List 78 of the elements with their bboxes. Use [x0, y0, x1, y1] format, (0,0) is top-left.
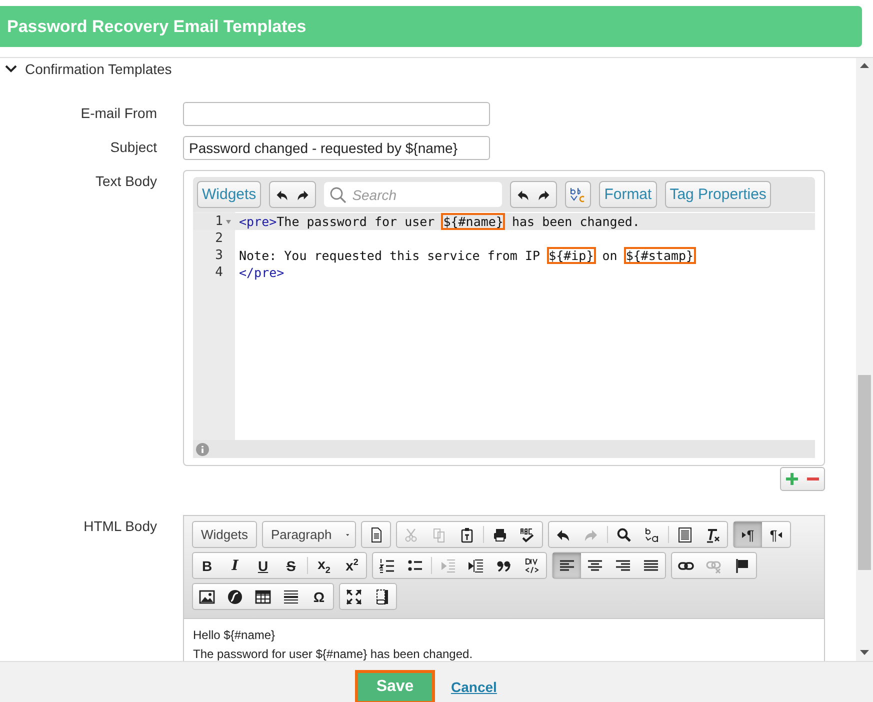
caret-icon	[346, 532, 349, 536]
maximize-icon	[346, 588, 362, 604]
toolbar-button[interactable]: x$^{2}$	[338, 553, 366, 578]
horizontal-rule-icon	[283, 588, 299, 604]
spellcheck-icon	[520, 526, 536, 542]
replace-icon	[644, 526, 660, 542]
triangle-right-icon	[742, 532, 746, 538]
field-label: E-mail From	[80, 104, 157, 121]
cancel-link[interactable]: Cancel	[451, 678, 497, 694]
toolbar-button[interactable]: x$_{2}$	[310, 553, 338, 578]
paragraph: Hello ${#name}	[193, 628, 276, 642]
paragraph: The password for user ${#name} has been changed.	[193, 647, 474, 661]
line-number: 1	[215, 214, 223, 229]
scroll-up-icon[interactable]	[860, 63, 869, 68]
fold-caret-icon[interactable]	[225, 218, 232, 224]
toolbar-button[interactable]: U	[249, 553, 277, 578]
printer-icon	[492, 526, 508, 542]
line-number: 4	[215, 265, 223, 280]
code-line: </pre>	[239, 265, 284, 280]
undo-redo-buttons[interactable]	[510, 181, 558, 208]
flag-icon	[734, 558, 750, 574]
outdent-icon	[440, 558, 456, 574]
numbered-list-icon	[379, 558, 395, 574]
clipboard-icon	[458, 526, 475, 542]
html-content-area[interactable]: Hello ${#name} The password for user ${#name} has been changed.	[184, 619, 824, 661]
search-icon	[616, 526, 632, 542]
indent-icon	[468, 558, 484, 574]
scroll-thumb[interactable]	[858, 375, 871, 570]
show-blocks-icon	[374, 588, 390, 604]
field-label: Subject	[109, 138, 157, 155]
format-dropdown[interactable]: Paragraph	[262, 522, 355, 547]
field-label: Text Body	[94, 172, 157, 189]
scissors-icon	[402, 526, 419, 542]
align-center-icon	[587, 558, 603, 574]
page-title: Password Recovery Email Templates	[7, 16, 306, 36]
toolbar-button[interactable]: ¶	[762, 522, 790, 547]
info-icon[interactable]	[196, 442, 209, 456]
toolbar-button[interactable]: Widgets	[197, 181, 262, 208]
align-left-icon	[559, 558, 575, 574]
code-line: <pre>The password for user ${#name} has been changed.	[239, 214, 640, 229]
toolbar-button[interactable]: Ω	[305, 584, 333, 609]
copy-icon	[430, 526, 447, 542]
scrollbar[interactable]	[856, 58, 873, 661]
section-title: Confirmation Templates	[25, 61, 172, 77]
bullet-list-icon	[407, 558, 423, 574]
toolbar-button[interactable]: Format	[599, 181, 657, 208]
code-line: Note: You requested this service from IP ${#ip} on ${#stamp}	[239, 248, 695, 263]
toolbar-button[interactable]: Widgets	[193, 522, 256, 547]
text-editor[interactable]: Widgets Search Format Tag Properties 1 2 3 4 <pre>The password for user ${#name} has been changed. Note: You requested this service from IP ${#ip} on ${#stamp} </pre>	[183, 170, 825, 466]
toolbar-button[interactable]: I	[221, 553, 249, 578]
search-icon	[329, 186, 348, 204]
undo-redo-buttons[interactable]	[269, 181, 316, 208]
toolbar-button[interactable]: ¶	[734, 522, 762, 547]
toolbar-button[interactable]: B	[193, 553, 221, 578]
justify-icon	[643, 558, 659, 574]
spellcheck-button[interactable]	[565, 181, 592, 208]
clear-format-icon	[704, 526, 721, 542]
disc-icon	[227, 588, 243, 604]
text-input-field[interactable]: Password changed - requested by ${name}	[183, 136, 490, 160]
section-header[interactable]: Confirmation Templates	[0, 58, 856, 80]
field-label: HTML Body	[82, 517, 157, 534]
select-all-icon	[676, 526, 693, 542]
div-block-icon	[524, 558, 540, 574]
line-number: 3	[215, 248, 223, 263]
line-number: 2	[215, 231, 223, 246]
toolbar-button[interactable]: Tag Properties	[664, 181, 772, 208]
toolbar-button[interactable]	[553, 553, 581, 578]
code-area[interactable]: <pre>The password for user ${#name} has been changed. Note: You requested this service from IP ${#ip} on ${#stamp} </pre>	[235, 212, 815, 440]
toolbar-button[interactable]: S	[277, 553, 305, 578]
add-remove-buttons[interactable]	[780, 467, 825, 491]
text-input-field[interactable]	[183, 102, 490, 126]
table-icon	[255, 588, 271, 604]
scroll-down-icon[interactable]	[860, 650, 869, 655]
search-field[interactable]: Search	[324, 182, 502, 207]
align-right-icon	[615, 558, 631, 574]
image-icon	[199, 588, 215, 604]
plus-icon	[785, 472, 799, 486]
triangle-left-icon	[778, 532, 782, 538]
